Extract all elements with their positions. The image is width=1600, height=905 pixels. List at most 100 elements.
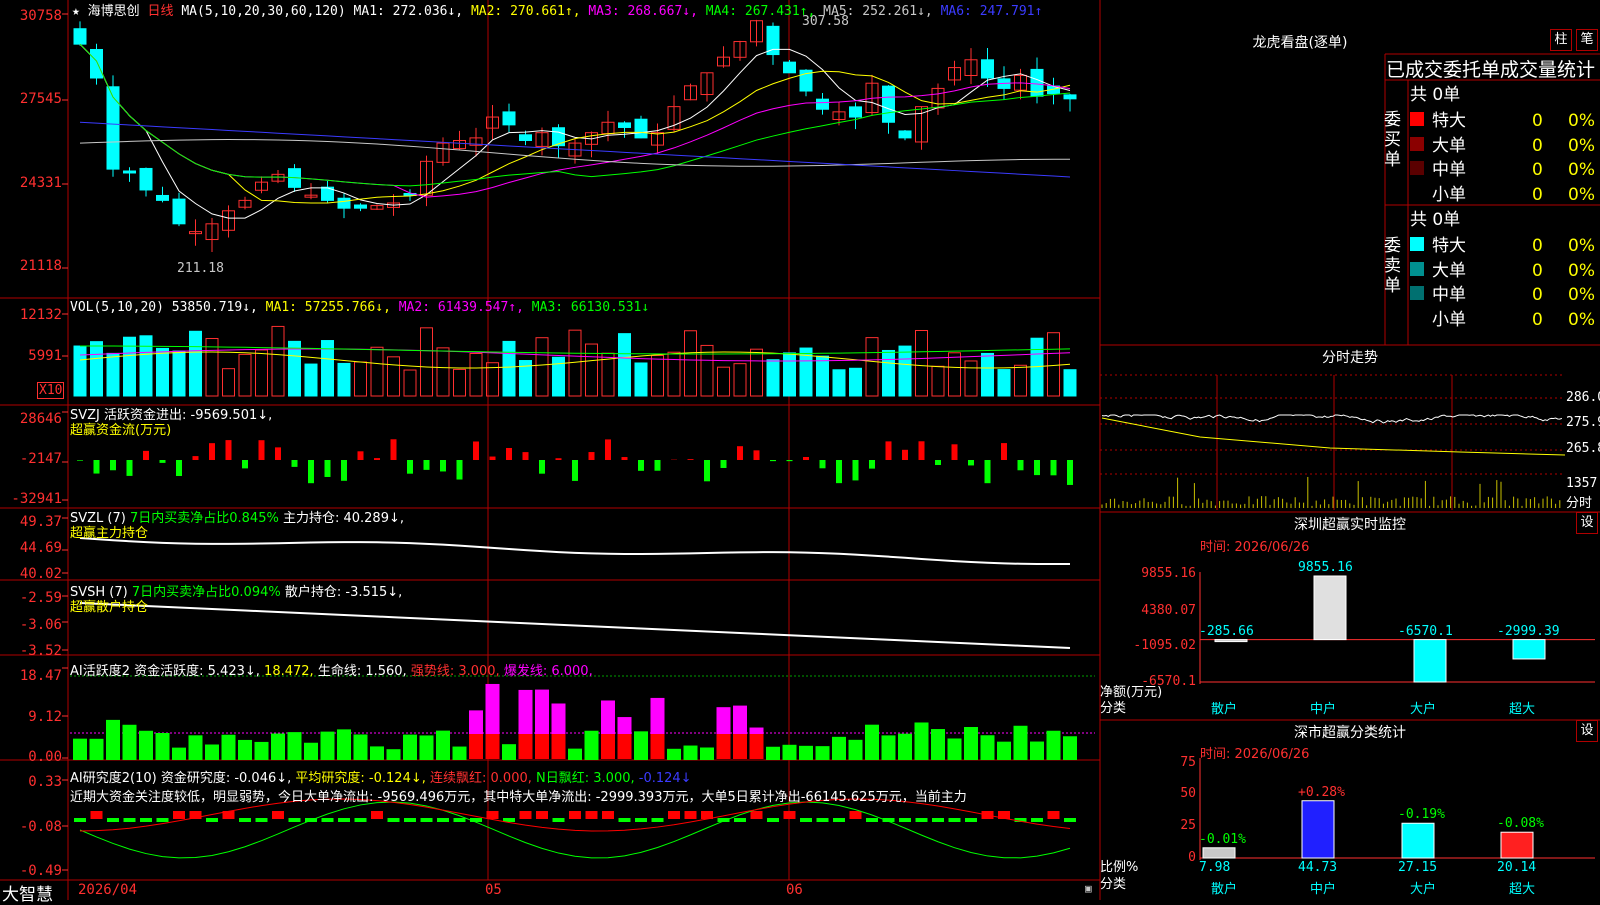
row-percent: 0% xyxy=(1568,136,1595,156)
buy-row: 中单00% xyxy=(1410,155,1595,180)
fundflow-bar xyxy=(77,460,83,461)
volume-bar xyxy=(767,360,779,396)
candle-body xyxy=(520,135,532,141)
ai-act-t5: 爆发线: 6.000, xyxy=(504,664,593,679)
activity-bar xyxy=(981,735,995,760)
research-bar xyxy=(1064,818,1076,822)
class-stat-settings-button[interactable]: 设 xyxy=(1576,720,1598,742)
chart-canvas xyxy=(0,0,1600,900)
price-axis-1: 30758 xyxy=(0,8,62,24)
svzl-axis-2: 44.69 xyxy=(0,540,62,556)
research-bar xyxy=(1048,811,1060,819)
intraday-axis-3: 265.8 xyxy=(1566,441,1600,456)
fundflow-bar xyxy=(242,460,248,468)
fundflow-bar xyxy=(952,444,958,460)
volume-bar xyxy=(256,350,268,396)
research-bar xyxy=(586,811,598,819)
volume-bar xyxy=(91,342,103,396)
research-bar xyxy=(602,811,614,819)
volume-bar xyxy=(157,348,169,396)
activity-bar xyxy=(436,731,450,760)
activity-bar-magenta xyxy=(651,698,665,734)
row-name: 小单 xyxy=(1432,305,1532,330)
period-label[interactable]: 日线 xyxy=(148,4,174,19)
research-bar xyxy=(685,811,697,819)
svsh-holding: 散户持仓: -3.515↓, xyxy=(285,585,402,600)
svzl-ratio: 7日内买卖净占比0.845% xyxy=(130,511,279,526)
ma3-value: MA3: 268.667↓, xyxy=(588,4,698,19)
candle-body xyxy=(817,99,829,109)
volume-bar xyxy=(371,347,383,396)
activity-bar xyxy=(453,747,467,760)
activity-bar xyxy=(337,729,351,760)
candle-body xyxy=(173,199,185,224)
ai-res-header: AI研究度2(10) 资金研究度: -0.046↓, 平均研究度: -0.124… xyxy=(70,767,692,786)
fundflow-bar xyxy=(259,440,265,460)
volume-bar xyxy=(173,351,185,396)
volume-bar xyxy=(388,357,400,396)
row-percent: 0% xyxy=(1568,185,1595,205)
legend-swatch xyxy=(1410,286,1424,300)
research-bar xyxy=(833,818,845,822)
class-axis-1: 75 xyxy=(1150,755,1196,770)
activity-bar-red xyxy=(601,733,615,759)
activity-bar-red xyxy=(618,733,632,759)
svsh-ratio: 7日内买卖净占比0.094% xyxy=(132,585,281,600)
lock-icon[interactable]: ▣ xyxy=(1085,882,1092,895)
activity-bar xyxy=(288,732,302,760)
stock-name: 海博思创 xyxy=(88,4,140,19)
monitor-settings-button[interactable]: 设 xyxy=(1576,512,1598,534)
activity-bar xyxy=(271,734,285,760)
fundflow-bar xyxy=(440,460,446,471)
class-category-label: 大户 xyxy=(1410,878,1436,897)
intraday-title[interactable]: 分时走势 xyxy=(1100,347,1600,367)
research-bar xyxy=(371,811,383,819)
activity-bar xyxy=(106,720,120,760)
research-bar xyxy=(569,811,581,819)
activity-bar-magenta xyxy=(717,707,731,734)
dragon-tabs[interactable]: 已成交委托单成交量统计 xyxy=(1386,55,1595,82)
fundflow-bar xyxy=(605,439,611,460)
research-bar xyxy=(949,818,961,822)
research-bar xyxy=(916,818,928,822)
row-percent: 0% xyxy=(1568,236,1595,256)
volume-bar xyxy=(355,362,367,396)
research-bar xyxy=(520,811,532,819)
activity-bar xyxy=(882,735,896,760)
candle-body xyxy=(767,26,779,54)
activity-bar xyxy=(420,735,434,760)
fundflow-bar xyxy=(539,460,545,474)
fundflow-bar xyxy=(902,450,908,460)
activity-bar xyxy=(700,747,714,760)
candle-body xyxy=(619,123,631,128)
volume-bar xyxy=(338,363,350,396)
month-05: 05 xyxy=(485,882,502,898)
bar-view-button[interactable]: 柱 xyxy=(1550,29,1572,51)
ai-res-comment: 近期大资金关注度较低，明显弱势，今日大单净流出: -9569.496万元，其中特… xyxy=(70,786,967,805)
class-bar-3 xyxy=(1501,832,1533,858)
activity-bar xyxy=(222,735,236,760)
research-bar xyxy=(421,818,433,822)
activity-bar-red xyxy=(486,733,500,759)
research-bar xyxy=(899,818,911,822)
volume-bar xyxy=(1048,333,1060,396)
activity-bar xyxy=(387,749,401,760)
monitor-time: 时间: 2026/06/26 xyxy=(1200,536,1309,555)
research-bar xyxy=(850,811,862,819)
row-percent: 0% xyxy=(1568,261,1595,281)
research-bar xyxy=(289,818,301,822)
research-bar xyxy=(388,818,400,822)
class-axis-4: 0 xyxy=(1150,850,1196,865)
class-value-label: 44.73 xyxy=(1298,860,1337,875)
tick-view-button[interactable]: 笔 xyxy=(1576,29,1598,51)
activity-bar xyxy=(634,731,648,760)
fundflow-bar xyxy=(770,460,776,461)
ai-res-t2: 平均研究度: -0.124↓, xyxy=(295,771,425,786)
research-bar xyxy=(767,818,779,822)
volume-bar xyxy=(734,364,746,396)
ma2-value: MA2: 270.661↑, xyxy=(471,4,581,19)
star-icon[interactable]: ★ xyxy=(72,4,80,19)
fundflow-bar xyxy=(638,460,644,471)
research-bar xyxy=(965,818,977,822)
candle-body xyxy=(91,49,103,78)
